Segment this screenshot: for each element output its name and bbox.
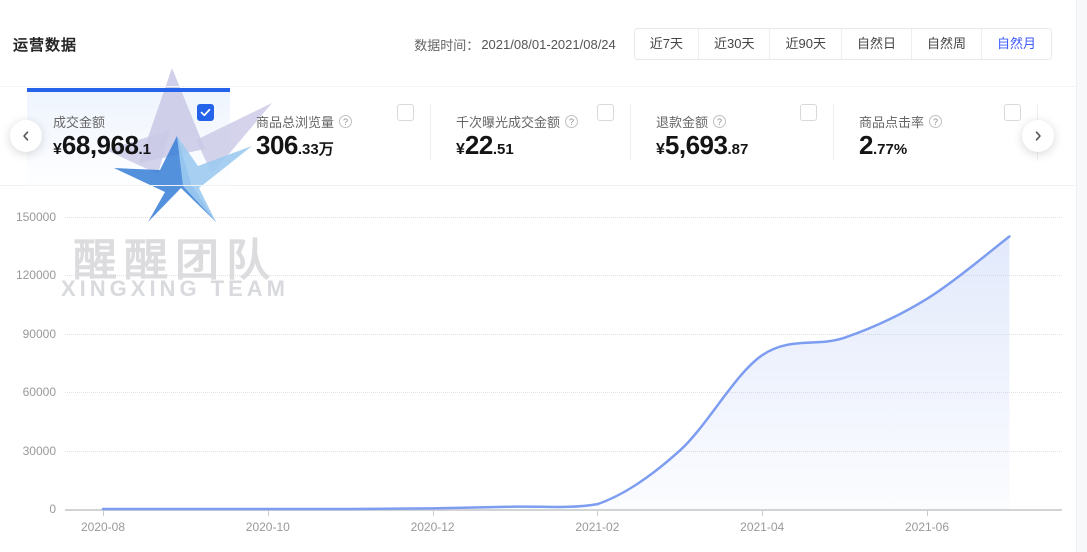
series-line xyxy=(101,235,1011,511)
metric-label-row: 退款金额? xyxy=(656,112,727,131)
metric-value-suffix: .87 xyxy=(727,141,749,158)
metric-card-5[interactable]: 商品点击率? 2.77% xyxy=(833,88,1037,185)
metric-value-main: 68,968 xyxy=(61,130,139,160)
metric-label: 退款金额 xyxy=(656,115,709,130)
metric-label: 商品总浏览量 xyxy=(256,115,335,130)
metric-card-3[interactable]: 千次曝光成交金额? ¥22.51 xyxy=(430,88,630,185)
chevron-right-icon xyxy=(1035,131,1041,141)
metric-label: 千次曝光成交金额 xyxy=(456,115,561,130)
metric-value-prefix: ¥ xyxy=(456,141,465,158)
help-question-icon[interactable]: ? xyxy=(339,115,353,128)
x-axis-label-2021-04: 2021-04 xyxy=(740,520,785,534)
metric-value-main: 306 xyxy=(256,130,298,160)
metric-label: 商品点击率 xyxy=(859,115,925,130)
metric-value-suffix: .33万 xyxy=(297,141,334,158)
range-button-2[interactable]: 近30天 xyxy=(698,29,770,59)
scrollbar-track xyxy=(1076,0,1087,552)
x-axis-tick xyxy=(432,511,434,516)
metric-label-row: 商品总浏览量? xyxy=(256,112,353,131)
chevron-left-icon xyxy=(23,131,29,141)
y-axis-label-30000: 30000 xyxy=(22,443,56,458)
date-range-label: 数据时间： xyxy=(414,37,480,53)
range-button-6[interactable]: 自然月 xyxy=(980,29,1051,59)
cards-scroll-right-button[interactable] xyxy=(1022,120,1054,152)
top-bar: 运营数据 数据时间： 2021/08/01-2021/08/24 近7天 近30天… xyxy=(0,0,1087,87)
gridline-y-120000 xyxy=(65,275,1062,277)
help-question-icon[interactable]: ? xyxy=(565,115,579,128)
metric-label: 成交金额 xyxy=(53,115,106,130)
x-axis-label-2020-10: 2020-10 xyxy=(245,520,290,534)
metric-value-suffix: .51 xyxy=(492,141,514,158)
operations-data-page: 运营数据 数据时间： 2021/08/01-2021/08/24 近7天 近30天… xyxy=(0,0,1087,552)
checkmark-icon xyxy=(200,108,211,117)
x-axis-tick xyxy=(103,511,104,516)
x-axis-tick xyxy=(927,511,928,516)
metric-value: ¥22.51 xyxy=(456,130,514,161)
page-title: 运营数据 xyxy=(13,37,78,54)
x-axis-label-2020-12: 2020-12 xyxy=(410,520,455,534)
range-button-4[interactable]: 自然日 xyxy=(840,29,911,59)
y-axis-label-60000: 60000 xyxy=(22,385,56,400)
range-button-5[interactable]: 自然周 xyxy=(910,29,981,59)
metric-checkbox[interactable] xyxy=(1004,104,1021,121)
y-axis-label-150000: 150000 xyxy=(15,210,56,224)
metric-card-4[interactable]: 退款金额? ¥5,693.87 xyxy=(630,88,833,185)
x-axis-tick xyxy=(762,511,764,516)
x-axis-tick xyxy=(597,511,599,516)
metric-label-row: 成交金额 xyxy=(53,112,105,131)
y-axis-label-0: 0 xyxy=(49,502,56,516)
x-axis-line xyxy=(65,509,1062,511)
gridline-y-150000 xyxy=(65,217,1062,218)
x-axis-tick xyxy=(267,511,269,516)
date-range-value: 2021/08/01-2021/08/24 xyxy=(481,36,616,52)
gridline-y-60000 xyxy=(65,392,1062,394)
metric-value-prefix: ¥ xyxy=(656,141,665,158)
gridline-y-90000 xyxy=(65,333,1062,335)
x-axis-label-2020-08: 2020-08 xyxy=(80,520,126,534)
metric-value-suffix: .77% xyxy=(872,141,908,158)
x-axis-label-2021-06: 2021-06 xyxy=(904,520,950,534)
metric-checkbox-checked[interactable] xyxy=(197,104,214,121)
metric-label-row: 千次曝光成交金额? xyxy=(456,112,579,131)
metric-label-row: 商品点击率? xyxy=(859,112,943,131)
date-range-button-group: 近7天 近30天 近90天 自然日 自然周 自然月 xyxy=(633,28,1052,60)
help-question-icon[interactable]: ? xyxy=(713,115,727,128)
metric-value: ¥68,968.1 xyxy=(53,130,151,161)
metric-value-main: 22 xyxy=(464,130,493,160)
metric-value: 2.77% xyxy=(859,130,907,161)
cards-bottom-border xyxy=(0,185,1087,186)
range-button-1[interactable]: 近7天 xyxy=(634,29,699,59)
series-area-fill xyxy=(103,236,1010,509)
help-question-icon[interactable]: ? xyxy=(929,115,943,128)
cards-scroll-left-button[interactable] xyxy=(10,120,42,152)
x-axis-label-2021-02: 2021-02 xyxy=(575,520,620,534)
watermark-text-en: XINGXING TEAM xyxy=(60,276,289,301)
metric-checkbox[interactable] xyxy=(397,104,414,121)
metric-value: 306.33万 xyxy=(256,130,334,161)
metric-value-prefix: ¥ xyxy=(53,141,62,158)
topbar-right: 数据时间： 2021/08/01-2021/08/24 近7天 近30天 近90天自… xyxy=(414,27,1052,61)
gridline-y-30000 xyxy=(65,450,1062,452)
watermark-text-cn: 醒醒团队 xyxy=(73,236,277,285)
metric-checkbox[interactable] xyxy=(800,104,817,121)
metric-value-suffix: .1 xyxy=(138,141,151,158)
y-axis-label-90000: 90000 xyxy=(22,326,56,341)
metric-value: ¥5,693.87 xyxy=(656,130,748,161)
metric-card-2[interactable]: 商品总浏览量? 306.33万 xyxy=(230,88,430,185)
metric-value-main: 5,693 xyxy=(664,130,728,160)
y-axis-label-120000: 120000 xyxy=(15,268,56,283)
range-button-3[interactable]: 近90天 xyxy=(769,29,841,59)
metric-value-main: 2 xyxy=(859,130,873,160)
metric-card-1[interactable]: 成交金额 ¥68,968.1 xyxy=(27,88,230,185)
metric-checkbox[interactable] xyxy=(597,104,614,121)
